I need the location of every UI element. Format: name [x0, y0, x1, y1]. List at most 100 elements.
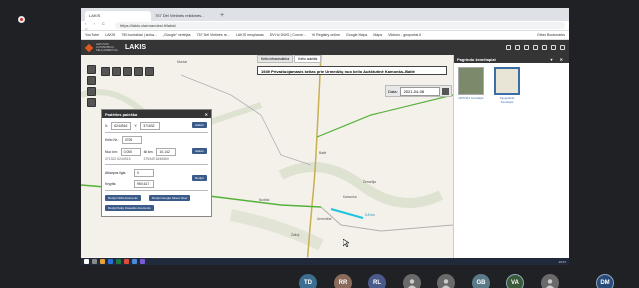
- bookmark-other[interactable]: Other Bookmarks: [537, 33, 565, 37]
- distance-row: Atkarpos ilgis: 0: [105, 169, 154, 177]
- distance-input[interactable]: 0: [134, 169, 154, 177]
- outlook-icon[interactable]: [132, 259, 137, 264]
- tab-infrastructure[interactable]: Kelio infrastruktūra: [257, 55, 294, 63]
- meet-stage: LAKIS 757 Dėl Vietinės reikšmės... + ‹ ›…: [0, 0, 639, 288]
- direction-label: Kryptis:: [105, 182, 117, 186]
- app-main: Kelio infrastruktūra Kelio aukštis 1949 …: [81, 55, 569, 265]
- bookmark-lakis[interactable]: LAKIS: [105, 33, 115, 37]
- date-label: Data:: [388, 88, 398, 94]
- participant-avatar[interactable]: [403, 274, 421, 288]
- help-icon[interactable]: [551, 45, 556, 50]
- taskbar-clock: 10:27: [558, 259, 566, 264]
- zoom-out-icon[interactable]: [87, 76, 96, 85]
- from-km-input[interactable]: 0,000: [120, 148, 141, 156]
- bookmark-youtube[interactable]: YouTube: [85, 33, 99, 37]
- measure-icon[interactable]: [112, 67, 121, 76]
- map-toolbar: [101, 67, 154, 76]
- excel-icon[interactable]: [116, 259, 121, 264]
- basemap-label: ORT10LT žemėlapis: [458, 96, 484, 100]
- calendar-icon[interactable]: [441, 87, 449, 95]
- road-data-button[interactable]: Rodyti Kelių Intaesitio duomenis: [105, 205, 154, 211]
- bookmark-lakis-neoplanas[interactable]: LAKIS neoplanas: [236, 33, 264, 37]
- select-icon[interactable]: [101, 67, 110, 76]
- layers-icon[interactable]: [506, 45, 511, 50]
- date-input[interactable]: 2021-04-08: [399, 86, 440, 96]
- to-km-label: Iki km:: [143, 150, 154, 154]
- print-icon[interactable]: [524, 45, 529, 50]
- map-tabs: Kelio infrastruktūra Kelio aukštis: [257, 55, 322, 63]
- word-icon[interactable]: [108, 259, 113, 264]
- basemap-orthophoto[interactable]: ORT10LT žemėlapis: [457, 67, 485, 100]
- participant-avatar[interactable]: GB: [472, 274, 490, 288]
- list-icon[interactable]: [533, 45, 538, 50]
- participant-avatar[interactable]: VA: [506, 274, 524, 288]
- home-icon[interactable]: [87, 87, 96, 96]
- table-icon[interactable]: [515, 45, 520, 50]
- road-main: [306, 55, 322, 265]
- browser-tab-document[interactable]: 757 Dėl Vietinės reikšmės...: [151, 11, 217, 21]
- participant-avatar[interactable]: DM: [596, 274, 614, 288]
- org-name: LIETUVOS AUTOMOBILIŲ KELIŲ DIREKCIJA: [96, 43, 118, 52]
- basemap-label: Topografinis žemėlapis: [499, 96, 515, 104]
- back-icon[interactable]: [87, 98, 96, 107]
- map-canvas[interactable]: Kelio infrastruktūra Kelio aukštis 1949 …: [81, 55, 453, 265]
- street-view-button[interactable]: Rodyti Google Street View: [149, 195, 191, 201]
- position-search-panel: Padėties paieška ✕ X: 6244916 Y: 371532 …: [101, 109, 212, 217]
- basemap-topographic[interactable]: Topografinis žemėlapis: [493, 67, 521, 104]
- bookmark-google-maps[interactable]: Google Maps: [346, 33, 367, 37]
- bookmark-registry[interactable]: VI Registry online: [312, 33, 340, 37]
- zoom-in-icon[interactable]: [87, 65, 96, 74]
- participant-avatar[interactable]: [437, 274, 455, 288]
- new-tab-button[interactable]: +: [217, 11, 227, 21]
- from-km-label: Nuo km:: [105, 150, 118, 154]
- selected-road-segment[interactable]: [330, 208, 364, 219]
- forest-area: [229, 209, 324, 251]
- close-icon[interactable]: ✕: [205, 112, 208, 117]
- start-icon[interactable]: [84, 259, 89, 264]
- pencil-icon[interactable]: [123, 67, 132, 76]
- bookmark-geoportal[interactable]: Viktorio - geoportal.lt: [388, 33, 421, 37]
- participant-avatar[interactable]: TD: [299, 274, 317, 288]
- search-road-button[interactable]: Ieškoti: [192, 148, 207, 154]
- bookmark-document[interactable]: 757 Dėl Vietinės re...: [197, 33, 230, 37]
- nav-buttons[interactable]: ‹ › C ⌂: [85, 21, 115, 31]
- bookmark-translate[interactable]: „Google“ vertėjas: [163, 33, 191, 37]
- app-header: LIETUVOS AUTOMOBILIŲ KELIŲ DIREKCIJA LAK…: [81, 40, 569, 55]
- road-input[interactable]: 3705: [121, 136, 142, 144]
- windows-taskbar: 10:27: [81, 258, 569, 265]
- folder-icon[interactable]: [100, 259, 105, 264]
- sidebar-header: Pagrindo žemėlapiai ▾ ✕: [454, 55, 569, 63]
- participant-avatar[interactable]: [541, 274, 559, 288]
- bookmark-kontaktai[interactable]: 750 kontaktai | sinka...: [121, 33, 157, 37]
- orbit-data-button[interactable]: Rodyti Orbit duomenis: [105, 195, 141, 201]
- recording-icon: [18, 16, 25, 23]
- show-button[interactable]: Rodyti: [192, 175, 207, 181]
- search-icon[interactable]: [92, 259, 97, 264]
- logout-icon[interactable]: [560, 45, 565, 50]
- location-pin-icon[interactable]: [134, 67, 143, 76]
- road-local: [320, 206, 453, 232]
- search-coords-button[interactable]: Ieškoti: [192, 122, 207, 128]
- basemap-thumbnail: [458, 67, 484, 95]
- y-input[interactable]: 371532: [140, 122, 161, 130]
- participant-avatar[interactable]: RR: [334, 274, 352, 288]
- person-icon: [546, 279, 554, 288]
- map-label: Kamonka: [343, 195, 357, 199]
- bookmark-maps[interactable]: Maps: [373, 33, 382, 37]
- url-field[interactable]: https://lakis.vlamrandesi.lt/lakis/: [115, 22, 565, 29]
- bookmark-dwg[interactable]: DVI to DWG | Conve...: [270, 33, 306, 37]
- browser-tab-lakis[interactable]: LAKIS: [85, 11, 151, 21]
- road-row: Kelio Nr.: 3705: [105, 136, 142, 144]
- clear-icon[interactable]: [145, 67, 154, 76]
- teams-icon[interactable]: [140, 259, 145, 264]
- x-input[interactable]: 6244916: [111, 122, 132, 130]
- settings-icon[interactable]: [542, 45, 547, 50]
- to-km-input[interactable]: 10,142: [156, 148, 177, 156]
- chrome-icon[interactable]: [124, 259, 129, 264]
- road-regional: [316, 94, 453, 138]
- participant-avatar[interactable]: RL: [368, 274, 386, 288]
- sidebar-controls[interactable]: ▾ ✕: [551, 57, 566, 62]
- panel-title: Padėties paieška: [105, 112, 138, 117]
- tab-road-height[interactable]: Kelio aukštis: [294, 55, 322, 63]
- direction-input[interactable]: 950,617: [134, 180, 154, 188]
